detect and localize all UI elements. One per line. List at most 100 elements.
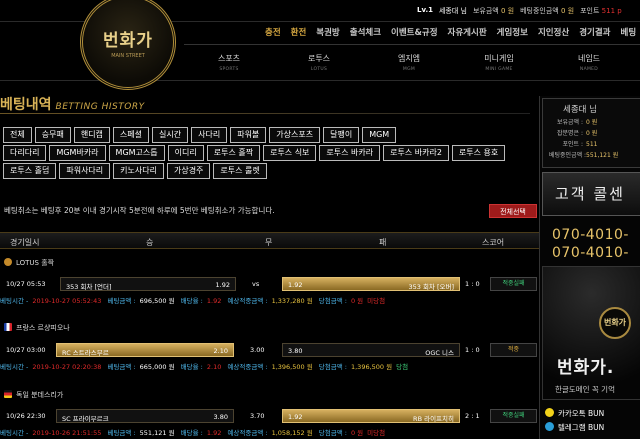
menu-charge[interactable]: 충전: [260, 26, 286, 38]
filter-ladder[interactable]: 사다리: [191, 127, 228, 143]
expected-label: 예상적중금액 :: [227, 429, 268, 437]
win-amount-label: 당첨금액 :: [318, 363, 347, 371]
filter-idiri[interactable]: 이디리: [167, 145, 204, 161]
win-amount-label: 당첨금액 :: [318, 297, 347, 305]
filter-row: 전체 승무패 핸디캡 스페셜 실시간 사다리 파워볼 가상스포츠 달팽이 MGM: [3, 127, 533, 143]
game-menu-sublabel: MGM: [402, 67, 416, 72]
filter-keno-ladder[interactable]: 키노사다리: [113, 163, 164, 179]
league-row: LOTUS 홀짝: [0, 258, 540, 272]
user-level: Lv.1: [417, 6, 433, 14]
filter-lotus-dragon-tiger[interactable]: 로투스 용호: [451, 145, 506, 161]
home-option[interactable]: RC 스트라스부르 2.10: [56, 343, 234, 357]
game-menu-named[interactable]: 네임드 NAMED: [544, 45, 634, 80]
table-header: 경기일시 승 무 패 스코어: [0, 232, 540, 249]
filter-mgm-gostop[interactable]: MGM고스톱: [108, 145, 165, 161]
game-row: 10/26 22:30 SC 프라이부르크 3.80 3.70 1.92 RB …: [0, 408, 540, 424]
game-menu-mgm[interactable]: 엠지엠 MGM: [364, 45, 454, 80]
home-team: SC 프라이부르크: [62, 415, 109, 423]
game-menu-lotus[interactable]: 로투스 LOTUS: [274, 45, 364, 80]
contact-value: BUN: [588, 409, 605, 418]
away-option[interactable]: 1.92 353 회차 [오버]: [282, 277, 460, 291]
site-logo[interactable]: 번화가 MAIN STREET: [80, 0, 176, 90]
filter-virtual-race[interactable]: 가상경주: [166, 163, 211, 179]
menu-results[interactable]: 경기결과: [574, 26, 615, 38]
sidebar-row-value: 511: [586, 141, 598, 148]
bet-amount-label: 베팅금액 :: [107, 429, 136, 437]
menu-lottery[interactable]: 복권방: [311, 26, 344, 38]
home-option[interactable]: 353 회차 [언더] 1.92: [60, 277, 236, 291]
point-value: 511 p: [601, 7, 622, 15]
bet-odds: 1.92: [206, 429, 222, 437]
filter-lotus-baccarat[interactable]: 로투스 바카라: [319, 145, 381, 161]
away-option[interactable]: 1.92 RB 라이프치히: [282, 409, 460, 423]
away-option[interactable]: 3.80 OGC 니스: [282, 343, 460, 357]
game-menu-label: 스포츠: [217, 54, 241, 63]
select-all-button[interactable]: 전체선택: [489, 204, 537, 218]
bet-amount: 551,121 원: [139, 429, 175, 437]
page-title-en: BETTING HISTORY: [55, 102, 145, 112]
header-draw: 무: [265, 238, 273, 247]
filter-lotus-roulette[interactable]: 로투스 룰렛: [213, 163, 267, 179]
filter-live[interactable]: 실시간: [152, 127, 189, 143]
game-score: 2 : 1: [465, 412, 480, 420]
filter-handicap[interactable]: 핸디캡: [73, 127, 110, 143]
result-badge: 적중: [490, 343, 537, 357]
filter-virtual-sports[interactable]: 가상스포츠: [269, 127, 321, 143]
draw-value: 3.00: [250, 346, 265, 354]
away-team: OGC 니스: [425, 349, 454, 357]
sidebar-row-value: 0 원: [586, 130, 598, 137]
kakao-link[interactable]: 카카오톡 BUN: [545, 408, 604, 419]
filter-win-draw-lose[interactable]: 승무패: [34, 127, 71, 143]
cancel-notice: 베팅취소는 베팅후 20분 이내 경기시작 5분전에 하루에 5번만 베팅취소가…: [4, 206, 275, 215]
filter-lotus-holdem[interactable]: 로투스 홀덤: [3, 163, 57, 179]
filter-mgm-baccarat[interactable]: MGM바카라: [49, 145, 106, 161]
game-menu-label: 엠지엠: [397, 54, 421, 63]
domain-banner[interactable]: 번화가 번화가.: [542, 266, 640, 400]
contact-label: 텔레그램: [558, 423, 586, 432]
game-menu-sublabel: NAMED: [579, 67, 599, 72]
game-row: 10/27 05:53 353 회차 [언더] 1.92 vs 1.92 353…: [0, 276, 540, 292]
game-menu-minigame[interactable]: 미니게임 MINI GAME: [454, 45, 544, 80]
bet-odds: 1.92: [206, 297, 222, 305]
point-label: 포인트: [580, 7, 600, 15]
away-odds: 3.80: [288, 347, 303, 355]
bet-status: 당첨: [396, 363, 409, 371]
filter-snail[interactable]: 달팽이: [323, 127, 360, 143]
game-menu-sublabel: LOTUS: [310, 67, 328, 72]
bet-time-label: 베팅시간 -: [0, 363, 29, 371]
menu-settle[interactable]: 지인정산: [533, 26, 574, 38]
filter-lotus-oddeven[interactable]: 로투스 홀짝: [206, 145, 261, 161]
sidebar-row-label: 잡분명은 :: [556, 130, 583, 137]
expected-label: 예상적중금액 :: [227, 363, 268, 371]
logo-subtext: MAIN STREET: [111, 52, 145, 59]
menu-event[interactable]: 이벤트&규정: [386, 26, 443, 38]
filter-all[interactable]: 전체: [3, 127, 32, 143]
menu-attendance[interactable]: 출석체크: [345, 26, 386, 38]
menu-bet[interactable]: 베팅: [616, 26, 640, 38]
welcome-box: 세종대 님 보유금액 :0 원 잡분명은 :0 원 포인트 :511 베팅중인금…: [542, 98, 640, 168]
filter-lotus-sicbo[interactable]: 로투스 식보: [263, 145, 317, 161]
filter-daridari[interactable]: 다리다리: [3, 145, 47, 161]
home-team: 353 회차 [언더]: [66, 283, 112, 291]
menu-gameinfo[interactable]: 게임정보: [492, 26, 533, 38]
sidebar-row: 포인트 :511: [549, 139, 640, 148]
home-option[interactable]: SC 프라이부르크 3.80: [56, 409, 234, 423]
header-date: 경기일시: [10, 238, 40, 247]
win-amount-label: 당첨금액 :: [318, 429, 347, 437]
filter-power-ladder[interactable]: 파워사다리: [59, 163, 111, 179]
expected-amount: 1,337,280 원: [271, 297, 313, 305]
telegram-link[interactable]: 텔레그램 BUN: [545, 422, 604, 433]
germany-flag-icon: [4, 390, 12, 398]
filter-row: 로투스 홀덤 파워사다리 키노사다리 가상경주 로투스 룰렛: [3, 163, 533, 179]
menu-board[interactable]: 자유게시판: [443, 26, 492, 38]
game-menu-sports[interactable]: 스포츠 SPORTS: [184, 45, 274, 80]
bet-amount: 696,500 원: [139, 297, 175, 305]
filter-mgm[interactable]: MGM: [362, 127, 397, 143]
filter-lotus-baccarat2[interactable]: 로투스 바카라2: [383, 145, 449, 161]
win-amount: 1,396,500 원: [350, 363, 393, 371]
menu-exchange[interactable]: 환전: [286, 26, 312, 38]
filter-powerball[interactable]: 파워볼: [230, 127, 267, 143]
filter-special[interactable]: 스페셜: [112, 127, 150, 143]
away-team: RB 라이프치히: [413, 415, 454, 423]
bet-info-row: 베팅시간 -2019-10-27 05:52:43 베팅금액 :696,500 …: [0, 295, 540, 307]
